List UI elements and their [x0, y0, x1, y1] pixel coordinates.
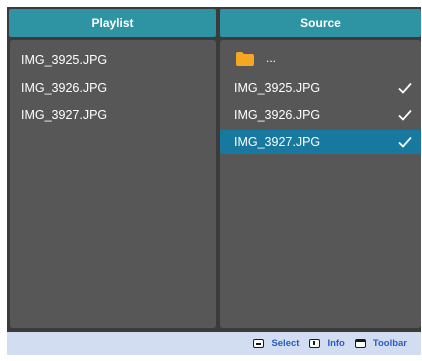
playlist-panel: IMG_3925.JPG IMG_3926.JPG IMG_3927.JPG: [10, 40, 216, 328]
playlist-item-label: IMG_3927.JPG: [21, 108, 108, 122]
source-item[interactable]: IMG_3926.JPG: [220, 103, 421, 127]
info-hint[interactable]: Info: [309, 338, 345, 349]
toolbar-icon: [354, 339, 366, 348]
select-icon: [253, 339, 265, 348]
app-frame: Playlist Source IMG_3925.JPG IMG_3926.JP…: [7, 7, 421, 355]
source-panel: ... IMG_3925.JPG IMG_3926.JPG IMG_3927.J…: [220, 40, 421, 328]
checkmark-icon: [398, 109, 412, 121]
playlist-item[interactable]: IMG_3926.JPG: [10, 76, 216, 100]
playlist-item-label: IMG_3926.JPG: [21, 81, 108, 95]
source-header-label: Source: [300, 16, 341, 30]
source-item-label: IMG_3926.JPG: [234, 108, 321, 122]
playlist-header: Playlist: [9, 9, 216, 37]
select-label: Select: [271, 338, 300, 349]
source-item[interactable]: IMG_3925.JPG: [220, 76, 421, 100]
checkmark-icon: [398, 136, 412, 148]
source-item-label: IMG_3925.JPG: [234, 81, 321, 95]
toolbar-label: Toolbar: [372, 338, 407, 349]
source-header: Source: [220, 9, 421, 37]
checkmark-icon: [398, 82, 412, 94]
source-item-selected[interactable]: IMG_3927.JPG: [220, 130, 421, 154]
parent-folder-label: ...: [266, 51, 277, 65]
select-hint[interactable]: Select: [253, 338, 299, 349]
source-item-label: IMG_3927.JPG: [234, 135, 321, 149]
folder-icon: [236, 52, 254, 66]
playlist-header-label: Playlist: [91, 16, 134, 30]
toolbar-hint[interactable]: Toolbar: [354, 338, 407, 349]
footer-hint-bar: Select Info Toolbar: [7, 332, 421, 355]
info-icon: [309, 339, 321, 348]
playlist-item[interactable]: IMG_3927.JPG: [10, 103, 216, 127]
parent-folder-item[interactable]: ...: [220, 47, 421, 71]
info-label: Info: [327, 338, 345, 349]
playlist-item-label: IMG_3925.JPG: [21, 53, 108, 67]
playlist-item[interactable]: IMG_3925.JPG: [10, 48, 216, 72]
